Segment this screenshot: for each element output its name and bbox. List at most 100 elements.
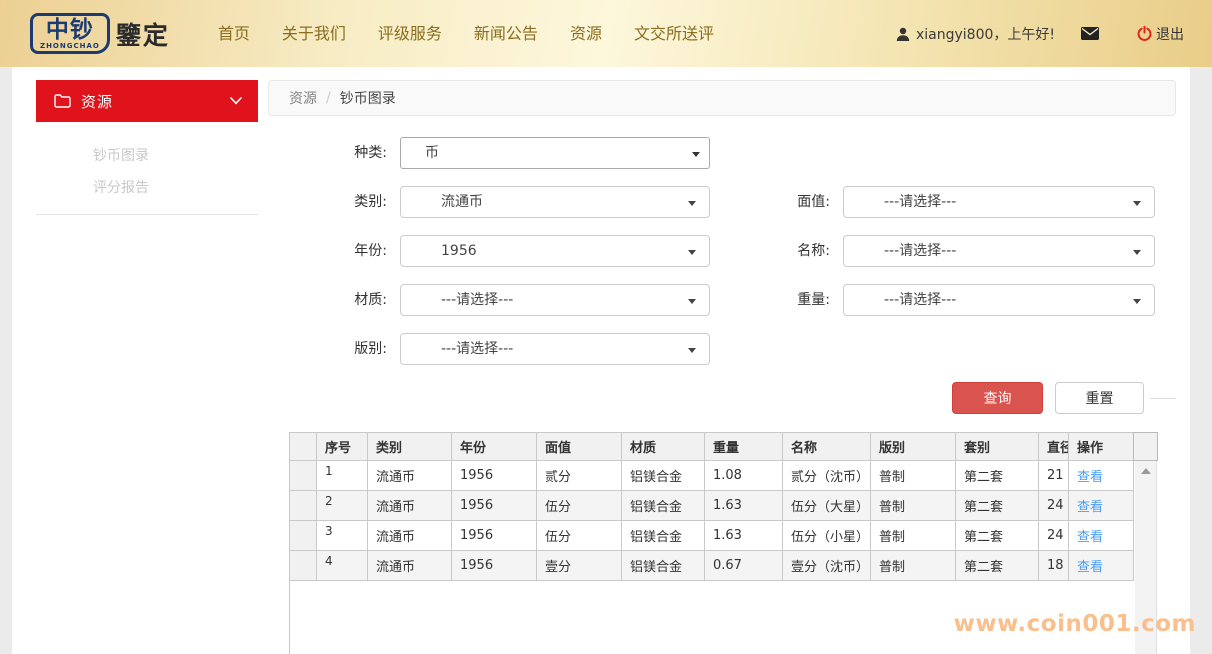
select-arrow-icon	[688, 250, 696, 255]
site-logo[interactable]: 中钞 ZHONGCHAO 鑒定	[30, 13, 170, 54]
mail-button[interactable]	[1081, 27, 1099, 40]
cell-diameter: 21	[1039, 461, 1069, 491]
table-header-row: 序号 类别 年份 面值 材质 重量 名称 版别 套别 直径 操作	[290, 433, 1134, 461]
view-link[interactable]: 查看	[1077, 530, 1103, 545]
grid-left-border	[289, 581, 290, 654]
cell-edition: 普制	[871, 551, 956, 581]
cell-seq: 2	[317, 491, 368, 521]
cell-material: 铝镁合金	[622, 521, 705, 551]
nav-item-resources[interactable]: 资源	[554, 0, 618, 67]
col-edition: 版别	[871, 433, 956, 461]
sidebar: 资源 钞币图录 评分报告	[12, 67, 268, 654]
weight-label: 重量:	[710, 284, 843, 316]
reset-button[interactable]: 重置	[1055, 382, 1144, 414]
cell-edition: 普制	[871, 491, 956, 521]
weight-select-value: ---请选择---	[884, 292, 956, 308]
cell-category: 流通币	[368, 551, 452, 581]
select-arrow-icon	[1133, 299, 1141, 304]
top-header: 中钞 ZHONGCHAO 鑒定 首页 关于我们 评级服务 新闻公告 资源 文交所…	[0, 0, 1212, 67]
cell-category: 流通币	[368, 491, 452, 521]
breadcrumb-resources[interactable]: 资源	[289, 88, 317, 108]
form-row-edition: 版别: ---请选择---	[268, 333, 1176, 365]
col-seq: 序号	[317, 433, 368, 461]
nav-item-news[interactable]: 新闻公告	[458, 0, 554, 67]
material-select-value: ---请选择---	[441, 292, 513, 308]
sidebar-divider	[36, 214, 258, 215]
sidebar-section-resources[interactable]: 资源	[36, 80, 258, 122]
denomination-select[interactable]: ---请选择---	[843, 186, 1155, 218]
col-year: 年份	[452, 433, 537, 461]
cell-material: 铝镁合金	[622, 491, 705, 521]
select-arrow-icon	[692, 152, 700, 157]
kind-select[interactable]: 币	[400, 137, 710, 169]
view-link[interactable]: 查看	[1077, 470, 1103, 485]
sidebar-section-label: 资源	[81, 91, 113, 112]
cell-weight: 1.08	[705, 461, 783, 491]
year-select-value: 1956	[441, 243, 477, 259]
cell-diameter: 18	[1039, 551, 1069, 581]
table-row: 2 流通币 1956 伍分 铝镁合金 1.63 伍分（大星） 普制 第二套 24…	[290, 491, 1134, 521]
cell-category: 流通币	[368, 461, 452, 491]
gutter-cell	[290, 551, 317, 581]
nav-item-home[interactable]: 首页	[202, 0, 266, 67]
year-select[interactable]: 1956	[400, 235, 710, 267]
cell-set: 第二套	[956, 521, 1039, 551]
breadcrumb-current: 钞币图录	[340, 88, 396, 108]
cell-material: 铝镁合金	[622, 461, 705, 491]
cell-name: 贰分（沈币）	[783, 461, 871, 491]
select-arrow-icon	[1133, 250, 1141, 255]
kind-select-value: 币	[425, 145, 439, 161]
select-arrow-icon	[688, 348, 696, 353]
user-greeting: xiangyi800，上午好!	[896, 24, 1055, 44]
sidebar-item-coin-catalog[interactable]: 钞币图录	[12, 139, 268, 171]
sidebar-item-score-report[interactable]: 评分报告	[12, 171, 268, 203]
cell-year: 1956	[452, 461, 537, 491]
query-button[interactable]: 查询	[952, 382, 1043, 414]
edition-select-value: ---请选择---	[441, 341, 513, 357]
nav-item-exchange-submission[interactable]: 文交所送评	[618, 0, 730, 67]
material-label: 材质:	[268, 284, 400, 316]
logout-button[interactable]: 退出	[1137, 24, 1184, 44]
cell-action: 查看	[1069, 521, 1134, 551]
gutter-cell	[290, 521, 317, 551]
results-table: 序号 类别 年份 面值 材质 重量 名称 版别 套别 直径 操作	[289, 432, 1134, 581]
breadcrumb: 资源 / 钞币图录	[268, 80, 1176, 116]
col-weight: 重量	[705, 433, 783, 461]
col-action: 操作	[1069, 433, 1134, 461]
cell-diameter: 24	[1039, 491, 1069, 521]
view-link[interactable]: 查看	[1077, 560, 1103, 575]
year-label: 年份:	[268, 235, 400, 267]
cell-year: 1956	[452, 491, 537, 521]
category-select[interactable]: 流通币	[400, 186, 710, 218]
category-select-value: 流通币	[441, 194, 483, 210]
material-select[interactable]: ---请选择---	[400, 284, 710, 316]
denomination-label: 面值:	[710, 186, 843, 218]
name-label: 名称:	[710, 235, 843, 267]
cell-seq: 3	[317, 521, 368, 551]
breadcrumb-separator: /	[326, 90, 331, 106]
main-nav: 首页 关于我们 评级服务 新闻公告 资源 文交所送评	[202, 0, 730, 67]
cell-set: 第二套	[956, 551, 1039, 581]
logo-suffix: 鑒定	[116, 16, 170, 52]
table-row: 1 流通币 1956 贰分 铝镁合金 1.08 贰分（沈币） 普制 第二套 21…	[290, 461, 1134, 491]
category-label: 类别:	[268, 186, 400, 218]
cell-denomination: 贰分	[537, 461, 622, 491]
logo-box: 中钞 ZHONGCHAO	[30, 13, 110, 54]
view-link[interactable]: 查看	[1077, 500, 1103, 515]
cell-weight: 1.63	[705, 521, 783, 551]
user-greeting-text: xiangyi800，上午好!	[916, 24, 1055, 44]
cell-action: 查看	[1069, 461, 1134, 491]
nav-item-about[interactable]: 关于我们	[266, 0, 362, 67]
weight-select[interactable]: ---请选择---	[843, 284, 1155, 316]
select-arrow-icon	[1133, 201, 1141, 206]
name-select[interactable]: ---请选择---	[843, 235, 1155, 267]
sidebar-list: 钞币图录 评分报告	[12, 139, 268, 203]
watermark: www.coin001.com	[954, 611, 1196, 637]
edition-select[interactable]: ---请选择---	[400, 333, 710, 365]
cell-action: 查看	[1069, 491, 1134, 521]
kind-label: 种类:	[268, 137, 400, 169]
scroll-up-arrow-icon	[1141, 468, 1151, 474]
nav-item-grading-service[interactable]: 评级服务	[362, 0, 458, 67]
table-row: 3 流通币 1956 伍分 铝镁合金 1.63 伍分（小星） 普制 第二套 24…	[290, 521, 1134, 551]
select-arrow-icon	[688, 201, 696, 206]
